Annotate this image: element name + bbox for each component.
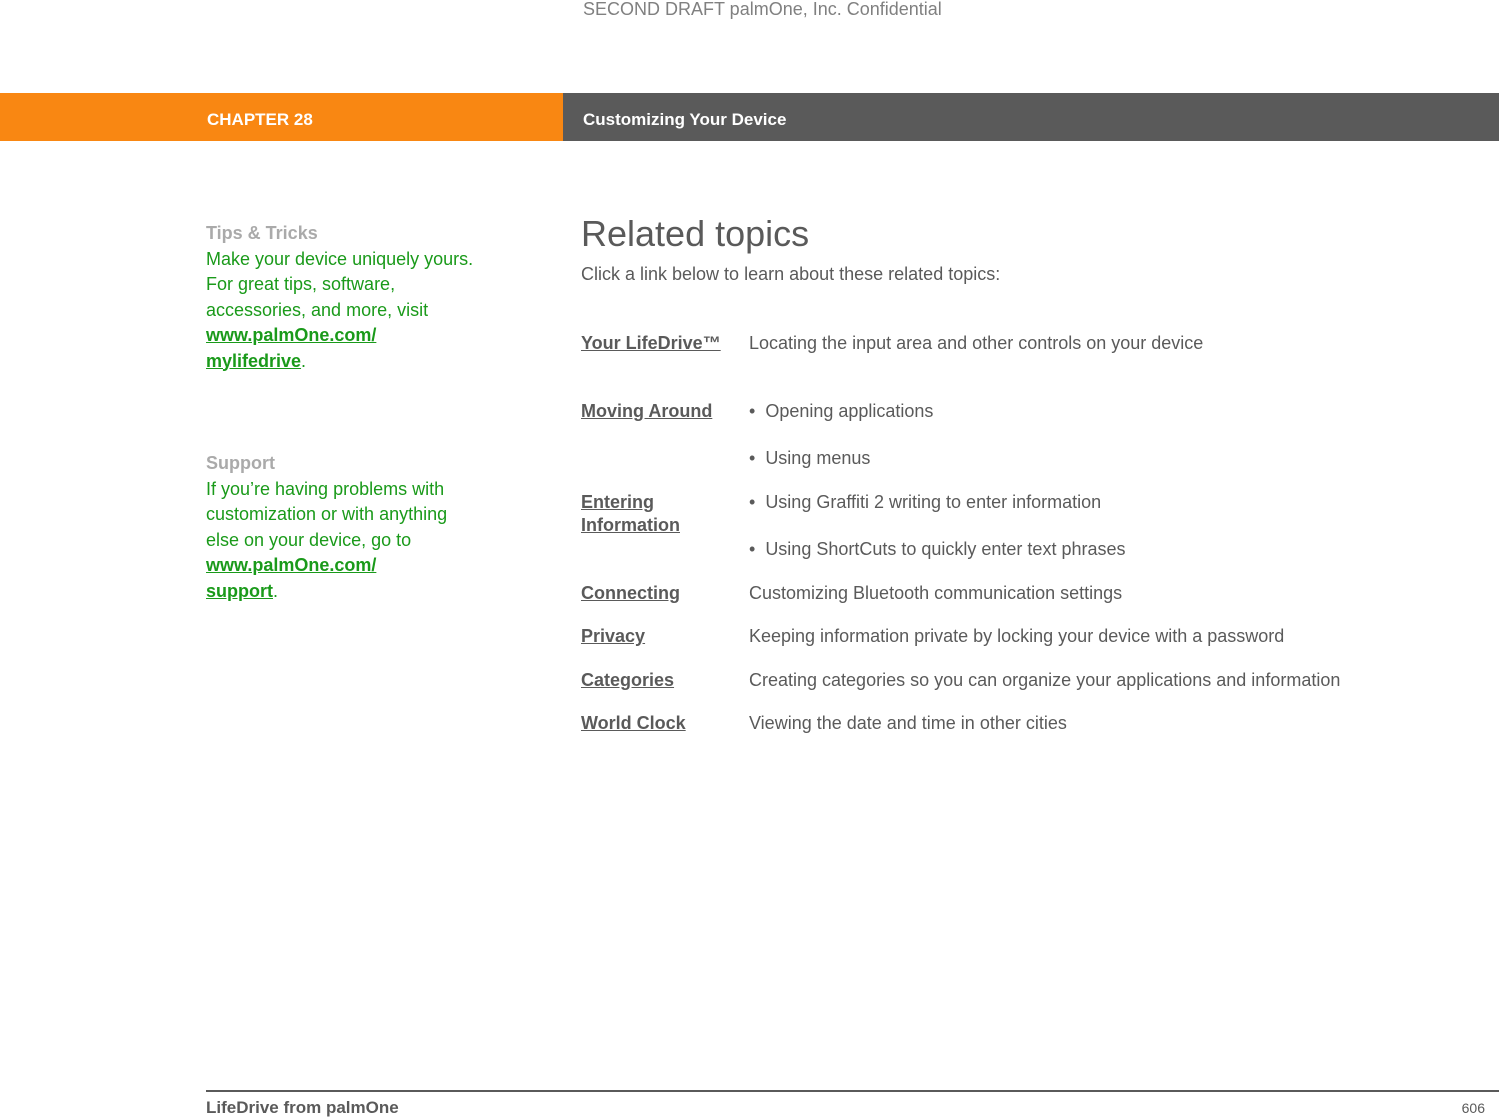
mylifedrive-link[interactable]: www.palmOne.com/mylifedrive [206,325,376,371]
support-panel: Support If you’re having problems with c… [206,451,481,604]
topic-link-entering-information[interactable]: Entering Information [581,491,741,537]
draft-watermark: SECOND DRAFT palmOne, Inc. Confidential [583,0,942,19]
topic-description: Viewing the date and time in other citie… [749,713,1067,733]
topic-link-your-lifedrive[interactable]: Your LifeDrive™ [581,332,741,355]
tips-text: Make your device uniquely yours. For gre… [206,248,474,320]
topic-description: Creating categories so you can organize … [749,670,1341,690]
topic-bullet: • Using ShortCuts to quickly enter text … [749,539,1126,559]
support-heading: Support [206,453,275,473]
tips-heading: Tips & Tricks [206,223,318,243]
topic-link-moving-around[interactable]: Moving Around [581,400,741,423]
topic-description: Locating the input area and other contro… [749,333,1204,353]
topic-bullet: • Opening applications [749,401,934,421]
chapter-number: CHAPTER 28 [207,110,313,129]
page-title: Related topics [581,213,810,254]
footer-book-title: LifeDrive from palmOne [206,1098,399,1117]
support-text: If you’re having problems with customiza… [206,478,448,601]
topic-description: Keeping information private by locking y… [749,626,1285,646]
page-number: 606 [1461,1100,1485,1116]
topic-bullet: • Using Graffiti 2 writing to enter info… [749,492,1102,512]
footer-divider [206,1090,1499,1092]
intro-text: Click a link below to learn about these … [581,264,1001,284]
topic-link-privacy[interactable]: Privacy [581,625,741,648]
topic-bullet: • Using menus [749,448,871,468]
support-link[interactable]: www.palmOne.com/support [206,555,376,601]
chapter-title: Customizing Your Device [583,110,787,129]
topic-link-connecting[interactable]: Connecting [581,582,741,605]
topic-link-categories[interactable]: Categories [581,669,741,692]
topic-description: Customizing Bluetooth communication sett… [749,583,1123,603]
topic-link-world-clock[interactable]: World Clock [581,712,741,735]
tips-and-tricks-panel: Tips & Tricks Make your device uniquely … [206,221,481,374]
